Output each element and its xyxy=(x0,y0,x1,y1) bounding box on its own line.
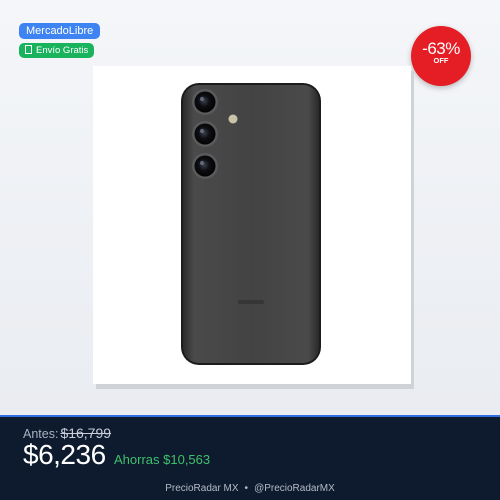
discount-badge: -63% OFF xyxy=(411,26,471,86)
box-icon xyxy=(25,45,32,54)
discount-percent: -63% xyxy=(422,39,460,58)
footer-handle: @PrecioRadarMX xyxy=(254,483,335,494)
current-price: $6,236 xyxy=(23,439,106,470)
footer-brand: PrecioRadar MX xyxy=(165,483,239,494)
brand-logo xyxy=(238,300,264,304)
footer-separator: • xyxy=(244,483,249,494)
store-badge: MercadoLibre xyxy=(19,23,101,39)
footer-credit: PrecioRadar MX • @PrecioRadarMX xyxy=(0,483,500,494)
camera-flash xyxy=(228,114,238,124)
discount-off-label: OFF xyxy=(433,56,449,65)
savings-amount: Ahorras $10,563 xyxy=(114,452,211,467)
camera-lens-bottom xyxy=(192,153,218,179)
camera-lens-middle xyxy=(192,121,218,147)
camera-lens-top xyxy=(192,89,218,115)
free-shipping-badge: Envío Gratis xyxy=(19,43,95,58)
smartphone-image xyxy=(181,83,321,365)
price-footer: Antes: $16,799 $6,236 Ahorras $10,563 Pre… xyxy=(0,415,500,500)
free-shipping-label: Envío Gratis xyxy=(36,45,89,56)
product-image-card xyxy=(93,66,411,384)
